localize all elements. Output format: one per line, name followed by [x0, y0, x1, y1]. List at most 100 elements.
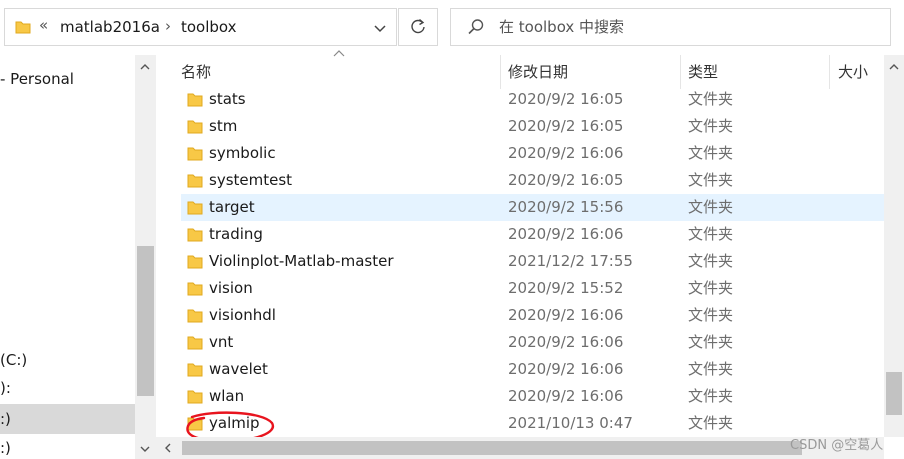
nav-item-personal[interactable]: - Personal	[0, 66, 135, 93]
file-row-vision[interactable]: vision 2020/9/2 15:52 文件夹	[181, 275, 884, 302]
file-name: vnt	[209, 333, 234, 351]
file-modified-date: 2021/10/13 0:47	[508, 414, 633, 432]
file-row-target[interactable]: target 2020/9/2 15:56 文件夹	[181, 194, 884, 221]
column-divider[interactable]	[829, 55, 830, 89]
folder-icon	[187, 390, 203, 404]
nav-item-drive[interactable]: ):	[0, 375, 135, 402]
file-type: 文件夹	[688, 198, 734, 216]
folder-icon	[187, 309, 203, 323]
file-row-stm[interactable]: stm 2020/9/2 16:05 文件夹	[181, 113, 884, 140]
file-type: 文件夹	[688, 333, 734, 351]
file-row-trading[interactable]: trading 2020/9/2 16:06 文件夹	[181, 221, 884, 248]
file-name: symbolic	[209, 144, 276, 162]
file-modified-date: 2020/9/2 16:05	[508, 117, 624, 135]
scrollbar-thumb[interactable]	[137, 246, 154, 396]
folder-icon	[187, 336, 203, 350]
file-type: 文件夹	[688, 306, 734, 324]
file-type: 文件夹	[688, 414, 734, 432]
nav-scrollbar[interactable]	[135, 55, 156, 459]
nav-item-label: ):	[0, 379, 11, 397]
file-name: Violinplot-Matlab-master	[209, 252, 394, 270]
breadcrumb-separator[interactable]: ›	[165, 17, 171, 35]
file-modified-date: 2020/9/2 16:06	[508, 387, 624, 405]
file-type: 文件夹	[688, 387, 734, 405]
nav-item-drive-c[interactable]: (C:)	[0, 347, 135, 374]
refresh-button[interactable]	[398, 8, 438, 46]
nav-item-label: :)	[0, 439, 11, 457]
breadcrumb-item[interactable]: toolbox	[181, 18, 237, 36]
overflow-chevron[interactable]: «	[39, 16, 48, 34]
file-name: systemtest	[209, 171, 293, 189]
file-name: target	[209, 198, 255, 216]
column-divider[interactable]	[680, 55, 681, 89]
file-type: 文件夹	[688, 171, 734, 189]
file-name: stats	[209, 90, 246, 108]
file-row-vnt[interactable]: vnt 2020/9/2 16:06 文件夹	[181, 329, 884, 356]
file-name: vision	[209, 279, 253, 297]
file-modified-date: 2020/9/2 16:05	[508, 90, 624, 108]
search-input[interactable]	[499, 15, 879, 39]
file-type: 文件夹	[688, 252, 734, 270]
breadcrumb-item[interactable]: matlab2016a	[60, 18, 160, 36]
file-name: wavelet	[209, 360, 268, 378]
sort-ascending-icon	[333, 50, 345, 57]
folder-icon	[15, 21, 31, 34]
nav-item-drive-selected[interactable]: :)	[0, 404, 135, 434]
file-row-wlan[interactable]: wlan 2020/9/2 16:06 文件夹	[181, 383, 884, 410]
folder-icon	[187, 147, 203, 161]
file-type: 文件夹	[688, 144, 734, 162]
navigation-pane: - Personal (C:) ): :) :)	[0, 55, 135, 459]
file-modified-date: 2020/9/2 16:06	[508, 144, 624, 162]
scrollbar-thumb[interactable]	[182, 441, 802, 455]
file-type: 文件夹	[688, 360, 734, 378]
file-row-visionhdl[interactable]: visionhdl 2020/9/2 16:06 文件夹	[181, 302, 884, 329]
file-modified-date: 2020/9/2 16:05	[508, 171, 624, 189]
file-name: trading	[209, 225, 263, 243]
file-row-stats[interactable]: stats 2020/9/2 16:05 文件夹	[181, 86, 884, 113]
file-modified-date: 2020/9/2 16:06	[508, 333, 624, 351]
folder-icon	[187, 228, 203, 242]
folder-icon	[187, 120, 203, 134]
file-name: stm	[209, 117, 238, 135]
file-name: wlan	[209, 387, 245, 405]
search-box[interactable]	[450, 8, 891, 46]
scrollbar-thumb[interactable]	[886, 372, 902, 415]
file-modified-date: 2020/9/2 16:06	[508, 360, 624, 378]
file-type: 文件夹	[688, 225, 734, 243]
file-row-violinplot-matlab-master[interactable]: Violinplot-Matlab-master 2021/12/2 17:55 文…	[181, 248, 884, 275]
scroll-left-icon[interactable]	[162, 442, 174, 454]
folder-icon	[187, 201, 203, 215]
scroll-up-icon[interactable]	[888, 61, 900, 73]
file-modified-date: 2021/12/2 17:55	[508, 252, 633, 270]
nav-item-label: - Personal	[0, 70, 74, 88]
file-list: stats 2020/9/2 16:05 文件夹 stm 2020/9/2 16:05 文…	[156, 86, 884, 436]
file-type: 文件夹	[688, 279, 734, 297]
folder-icon	[187, 174, 203, 188]
scroll-down-icon[interactable]	[139, 443, 151, 455]
file-modified-date: 2020/9/2 16:06	[508, 225, 624, 243]
file-modified-date: 2020/9/2 15:56	[508, 198, 624, 216]
scroll-up-icon[interactable]	[139, 61, 151, 73]
folder-icon	[187, 363, 203, 377]
nav-item-label: :)	[0, 410, 11, 428]
file-modified-date: 2020/9/2 16:06	[508, 306, 624, 324]
folder-icon	[187, 282, 203, 296]
file-modified-date: 2020/9/2 15:52	[508, 279, 624, 297]
list-horizontal-scrollbar[interactable]	[156, 437, 884, 459]
file-row-systemtest[interactable]: systemtest 2020/9/2 16:05 文件夹	[181, 167, 884, 194]
folder-icon	[187, 255, 203, 269]
file-name: visionhdl	[209, 306, 276, 324]
file-row-wavelet[interactable]: wavelet 2020/9/2 16:06 文件夹	[181, 356, 884, 383]
list-vertical-scrollbar[interactable]	[884, 55, 904, 437]
file-row-yalmip[interactable]: yalmip 2021/10/13 0:47 文件夹	[181, 410, 884, 436]
chevron-down-icon[interactable]	[373, 22, 387, 36]
address-bar[interactable]: « matlab2016a › toolbox	[4, 8, 397, 46]
toolbar: « matlab2016a › toolbox	[0, 0, 904, 55]
nav-item-label: (C:)	[0, 351, 28, 369]
folder-icon	[187, 93, 203, 107]
file-row-symbolic[interactable]: symbolic 2020/9/2 16:06 文件夹	[181, 140, 884, 167]
file-type: 文件夹	[688, 117, 734, 135]
nav-item-drive[interactable]: :)	[0, 435, 135, 459]
column-divider[interactable]	[500, 55, 501, 89]
refresh-icon	[411, 18, 425, 34]
